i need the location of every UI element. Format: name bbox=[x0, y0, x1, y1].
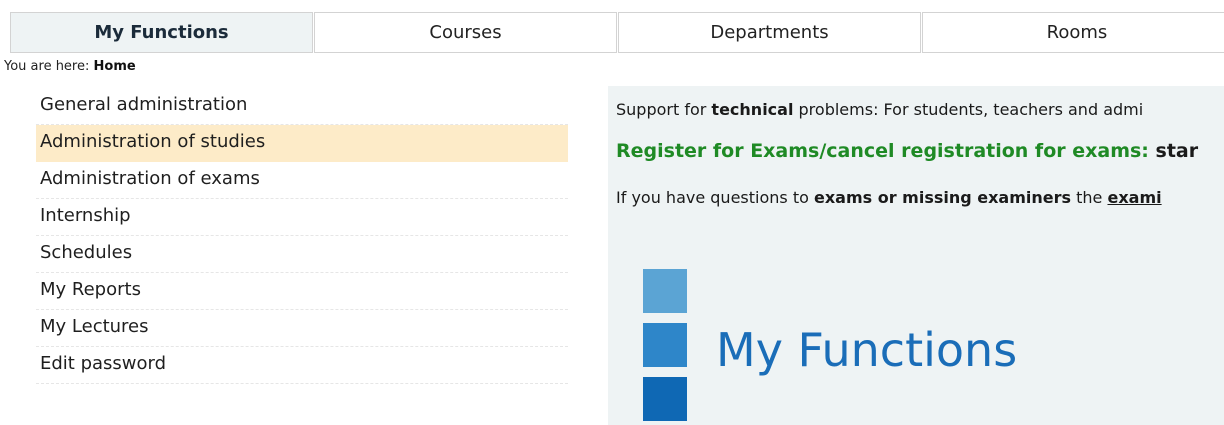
breadcrumb-home-link[interactable]: Home bbox=[94, 59, 136, 74]
sidebar-menu: General administration Administration of… bbox=[36, 88, 568, 384]
top-navigation-tabs: My Functions Courses Departments Rooms bbox=[10, 12, 1224, 53]
page: My Functions Courses Departments Rooms Y… bbox=[0, 0, 1224, 425]
support-prefix: Support for bbox=[616, 100, 712, 119]
examination-office-link[interactable]: exami bbox=[1107, 188, 1161, 207]
tab-courses[interactable]: Courses bbox=[314, 12, 617, 53]
questions-bold: exams or missing examiners bbox=[813, 188, 1072, 207]
register-tail: star bbox=[1148, 140, 1199, 162]
sidebar-item-administration-of-studies[interactable]: Administration of studies bbox=[36, 125, 568, 162]
sidebar-item-general-administration[interactable]: General administration bbox=[36, 88, 568, 125]
tab-departments[interactable]: Departments bbox=[618, 12, 921, 53]
sidebar-item-edit-password[interactable]: Edit password bbox=[36, 347, 568, 384]
main-content-panel: Support for technical problems: For stud… bbox=[608, 86, 1224, 425]
register-exams-notice: Register for Exams/cancel registration f… bbox=[616, 140, 1198, 162]
questions-prefix: If you have questions to bbox=[616, 188, 814, 207]
sidebar-item-my-reports[interactable]: My Reports bbox=[36, 273, 568, 310]
square-light-decoration bbox=[643, 269, 687, 313]
sidebar-item-administration-of-exams[interactable]: Administration of exams bbox=[36, 162, 568, 199]
square-medium-decoration bbox=[643, 323, 687, 367]
square-dark-decoration bbox=[643, 377, 687, 421]
exam-questions-notice: If you have questions to exams or missin… bbox=[616, 188, 1162, 207]
breadcrumb-prefix: You are here: bbox=[4, 59, 90, 74]
breadcrumb: You are here: Home bbox=[4, 59, 136, 74]
sidebar-item-schedules[interactable]: Schedules bbox=[36, 236, 568, 273]
support-suffix: problems: For students, teachers and adm… bbox=[793, 100, 1144, 119]
sidebar-item-my-lectures[interactable]: My Lectures bbox=[36, 310, 568, 347]
page-title: My Functions bbox=[716, 323, 1018, 377]
sidebar-item-internship[interactable]: Internship bbox=[36, 199, 568, 236]
support-bold: technical bbox=[711, 100, 794, 119]
questions-middle: the bbox=[1071, 188, 1108, 207]
tab-rooms[interactable]: Rooms bbox=[922, 12, 1224, 53]
tab-my-functions[interactable]: My Functions bbox=[10, 12, 313, 53]
support-notice: Support for technical problems: For stud… bbox=[616, 100, 1143, 119]
register-text: Register for Exams/cancel registration f… bbox=[616, 140, 1149, 162]
